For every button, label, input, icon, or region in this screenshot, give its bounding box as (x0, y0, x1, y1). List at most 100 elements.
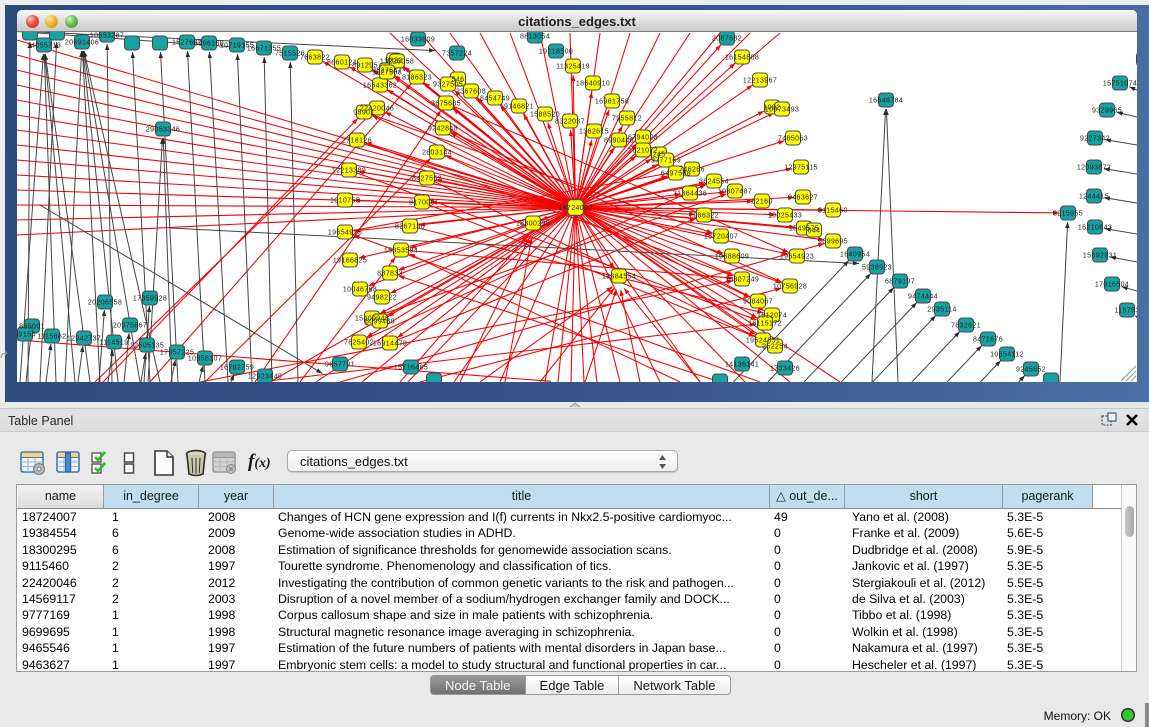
svg-text:16782759: 16782759 (220, 365, 254, 372)
svg-text:19654923: 19654923 (780, 254, 814, 261)
svg-text:835001: 835001 (19, 324, 45, 331)
svg-text:13226058: 13226058 (380, 59, 414, 66)
svg-text:7986322: 7986322 (689, 213, 719, 220)
svg-text:19218506: 19218506 (539, 49, 573, 56)
svg-text:20206558: 20206558 (88, 300, 122, 307)
svg-text:1115682: 1115682 (37, 334, 66, 341)
svg-text:887833: 887833 (377, 271, 403, 278)
svg-text:8215955: 8215955 (1053, 211, 1083, 218)
svg-text:21364436: 21364436 (673, 191, 707, 198)
svg-text:8813054: 8813054 (520, 34, 550, 41)
svg-text:10654112: 10654112 (990, 352, 1024, 359)
svg-text:1244415: 1244415 (1079, 194, 1109, 201)
svg-text:15353594: 15353594 (384, 248, 418, 255)
svg-text:6099489: 6099489 (365, 319, 395, 326)
svg-text:98901: 98901 (353, 110, 374, 117)
svg-text:11325419: 11325419 (556, 64, 590, 71)
svg-text:12505135: 12505135 (130, 343, 164, 350)
svg-text:10688609: 10688609 (715, 254, 749, 261)
svg-text:9827508: 9827508 (372, 70, 402, 77)
svg-text:8471676: 8471676 (973, 337, 1003, 344)
svg-text:9474444: 9474444 (908, 294, 938, 301)
svg-text:9115460: 9115460 (818, 208, 848, 215)
svg-text:9699695: 9699695 (818, 239, 848, 246)
svg-text:10958107: 10958107 (188, 356, 222, 363)
svg-text:7632621: 7632621 (951, 323, 981, 330)
svg-text:62160: 62160 (751, 199, 772, 206)
svg-text:19384554: 19384554 (602, 274, 636, 281)
svg-text:252254: 252254 (762, 344, 788, 351)
svg-text:8322037: 8322037 (555, 119, 585, 126)
svg-text:10653287: 10653287 (90, 33, 124, 40)
svg-text:1114519: 1114519 (99, 340, 128, 347)
svg-text:16154808: 16154808 (725, 55, 759, 62)
svg-text:12093872: 12093872 (1077, 165, 1111, 172)
svg-text:2718126: 2718126 (342, 138, 372, 145)
svg-text:29053346: 29053346 (146, 127, 180, 134)
svg-text:9146821: 9146821 (504, 104, 534, 111)
svg-text:18300295: 18300295 (516, 221, 550, 228)
svg-text:19654975: 19654975 (328, 230, 362, 237)
svg-text:9498222: 9498222 (367, 295, 397, 302)
svg-text:10973493: 10973493 (765, 107, 799, 114)
svg-text:9657791: 9657791 (325, 362, 355, 369)
svg-text:1640954: 1640954 (840, 252, 870, 259)
svg-text:16914479: 16914479 (373, 341, 407, 348)
svg-text:10025433: 10025433 (768, 213, 802, 220)
svg-text:8267130: 8267130 (395, 224, 425, 231)
svg-text:1612074: 1612074 (757, 313, 787, 320)
svg-text:3624554: 3624554 (699, 179, 729, 186)
svg-text:8454749: 8454749 (480, 96, 510, 103)
svg-text:10807487: 10807487 (718, 189, 752, 196)
svg-text:12213967: 12213967 (743, 78, 777, 85)
svg-text:8427552: 8427552 (412, 176, 442, 183)
svg-text:16210643: 16210643 (1078, 225, 1112, 232)
svg-text:9463627: 9463627 (788, 195, 818, 202)
svg-text:6794028: 6794028 (628, 135, 658, 142)
svg-text:116753: 116753 (1114, 308, 1137, 315)
svg-text:1010755: 1010755 (330, 198, 360, 205)
svg-text:2935114: 2935114 (927, 307, 957, 314)
svg-text:9227342: 9227342 (1080, 136, 1110, 143)
svg-text:9329965: 9329965 (1092, 108, 1122, 115)
svg-text:16115172: 16115172 (748, 321, 782, 328)
svg-text:15751074: 15751074 (1103, 81, 1137, 88)
svg-text:817006: 817006 (409, 200, 435, 207)
svg-text:9242848: 9242848 (428, 126, 458, 133)
svg-text:16033809: 16033809 (401, 37, 435, 44)
svg-text:6879197: 6879197 (885, 279, 915, 286)
svg-text:16961758: 16961758 (595, 99, 629, 106)
svg-text:12975115: 12975115 (784, 165, 818, 172)
svg-text:10046768: 10046768 (343, 287, 377, 294)
svg-text:19166825: 19166825 (333, 258, 367, 265)
svg-text:18640910: 18640910 (576, 81, 610, 88)
svg-text:7663822: 7663822 (300, 55, 330, 62)
svg-text:12923448: 12923448 (248, 374, 282, 381)
svg-text:9777169: 9777169 (651, 158, 681, 165)
svg-text:18807249: 18807249 (725, 277, 759, 284)
svg-text:14136141: 14136141 (725, 362, 759, 369)
svg-text:1733426: 1733426 (770, 366, 800, 373)
svg-text:1588520: 1588520 (530, 112, 560, 119)
svg-text:844: 844 (808, 228, 821, 235)
svg-text:15716485: 15716485 (394, 365, 428, 372)
svg-text:746266: 746266 (679, 167, 705, 174)
svg-text:18724007: 18724007 (558, 205, 592, 212)
svg-text:9245652: 9245652 (1016, 367, 1046, 374)
svg-text:15720407: 15720407 (704, 234, 738, 241)
svg-text:1117: 1117 (1136, 57, 1137, 64)
svg-text:9327505: 9327505 (433, 82, 463, 89)
svg-text:17359928: 17359928 (133, 296, 167, 303)
svg-text:2367608: 2367608 (456, 89, 486, 96)
svg-text:7625402: 7625402 (344, 340, 374, 347)
svg-text:2087682: 2087682 (712, 36, 742, 43)
svg-text:5938923: 5938923 (862, 265, 892, 272)
svg-text:16543362: 16543362 (363, 83, 397, 90)
svg-text:12942737: 12942737 (67, 336, 101, 343)
svg-text:7955812: 7955812 (612, 116, 642, 123)
svg-text:2803144: 2803144 (422, 150, 452, 157)
svg-text:3675685: 3675685 (431, 101, 461, 108)
svg-text:14055713: 14055713 (27, 43, 61, 50)
svg-text:15692931: 15692931 (1083, 253, 1117, 260)
svg-text:16648784: 16648784 (869, 98, 903, 105)
